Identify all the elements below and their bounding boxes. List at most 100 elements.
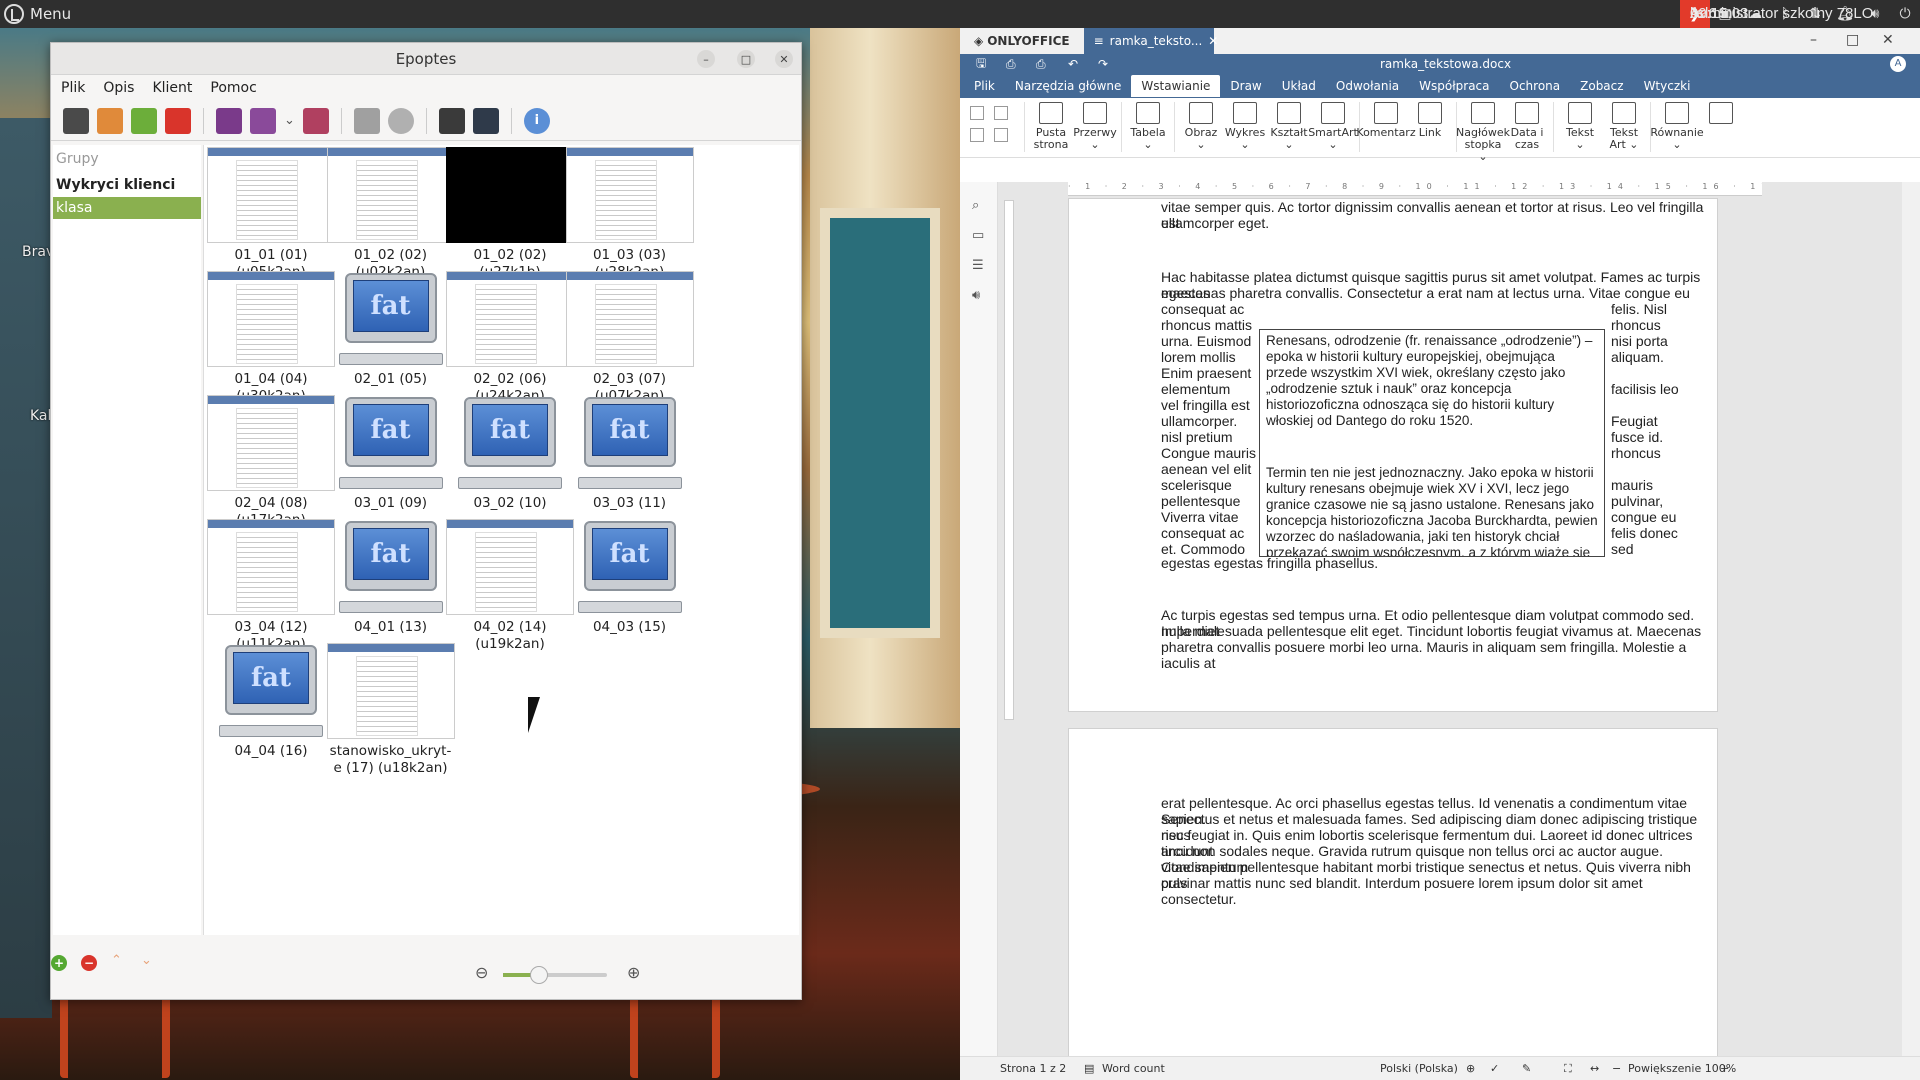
client-item[interactable]: fat 04_01 (13): [326, 519, 456, 636]
client-screen-thumbnail[interactable]: [446, 519, 574, 615]
menu-pomoc[interactable]: Pomoc: [210, 80, 256, 96]
ribbon-tab[interactable]: Układ: [1272, 75, 1326, 97]
fat-client-monitor-icon[interactable]: fat: [446, 395, 574, 491]
ribbon-button[interactable]: Link: [1408, 102, 1452, 139]
zoom-out-icon[interactable]: ⊖: [475, 963, 488, 982]
user-avatar[interactable]: A: [1890, 56, 1906, 72]
reboot-icon[interactable]: [131, 107, 157, 134]
close-button[interactable]: ✕: [775, 50, 793, 68]
zoom-slider[interactable]: [503, 966, 607, 984]
ribbon-tab[interactable]: Współpraca: [1409, 75, 1499, 97]
client-item[interactable]: 01_04 (04)(u30k2an): [206, 271, 336, 405]
select-all-icon[interactable]: [994, 128, 1008, 142]
text-box[interactable]: Renesans, odrodzenie (fr. renaissance „o…: [1259, 329, 1605, 557]
quick-print-icon[interactable]: ⎙: [1036, 57, 1046, 72]
move-up-icon[interactable]: ⌃: [111, 953, 122, 968]
close-tab-icon[interactable]: ✕: [1208, 34, 1218, 48]
shutdown-icon[interactable]: [165, 107, 191, 134]
page-indicator[interactable]: Strona 1 z 2: [1000, 1062, 1066, 1075]
ribbon-button[interactable]: Komentarz: [1356, 102, 1416, 139]
client-item[interactable]: stanowisko_ukryt-e (17) (u18k2an): [326, 643, 456, 777]
client-screen-thumbnail[interactable]: [207, 271, 335, 367]
client-item[interactable]: 01_02 (02) (u02k2an): [326, 147, 456, 281]
broadcast-window-icon[interactable]: [250, 107, 276, 134]
word-count-icon[interactable]: ▤: [1084, 1062, 1094, 1075]
horizontal-ruler[interactable]: · 1 · 2 · 3 · 4 · 5 · 6 · 7 · 8 · 9 · 10…: [1068, 182, 1762, 196]
client-screen-thumbnail[interactable]: [207, 147, 335, 243]
comments-icon[interactable]: ▭: [972, 228, 984, 243]
zoom-slider-handle[interactable]: [530, 966, 549, 984]
ribbon-tab[interactable]: Draw: [1220, 75, 1271, 97]
globe-icon[interactable]: ⊕: [1466, 1062, 1475, 1075]
spellcheck-icon[interactable]: ✓: [1490, 1062, 1499, 1075]
group-detected-clients[interactable]: Wykryci klienci: [53, 173, 201, 197]
client-screen-thumbnail[interactable]: [326, 643, 455, 739]
client-screen-thumbnail[interactable]: [326, 147, 455, 243]
power-icon[interactable]: ⏻: [1890, 0, 1920, 28]
client-item[interactable]: 01_03 (03)(u28k2an): [565, 147, 695, 281]
page-2[interactable]: erat pellentesque. Ac orci phasellus ege…: [1068, 728, 1718, 1058]
ribbon-tab[interactable]: Zobacz: [1570, 75, 1633, 97]
menu-plik[interactable]: Plik: [61, 80, 85, 96]
undo-icon[interactable]: ↶: [1068, 57, 1078, 71]
navigation-icon[interactable]: ☰: [972, 258, 984, 273]
client-item[interactable]: fat 04_03 (15): [565, 519, 695, 636]
client-item[interactable]: 02_02 (06) (u24k2an): [445, 271, 575, 405]
unlock-screen-icon[interactable]: [472, 107, 499, 134]
menu-klient[interactable]: Klient: [152, 80, 192, 96]
ribbon-button[interactable]: [1699, 102, 1743, 127]
ribbon-button[interactable]: Obraz ⌄: [1179, 102, 1223, 151]
client-item[interactable]: 02_03 (07) (u07k2an): [565, 271, 695, 405]
ribbon-button[interactable]: Kształt ⌄: [1267, 102, 1311, 151]
language-selector[interactable]: Polski (Polska): [1380, 1062, 1458, 1075]
move-down-icon[interactable]: ⌄: [141, 953, 152, 968]
menu-button[interactable]: Menu: [0, 4, 71, 24]
client-item[interactable]: fat 04_04 (16): [206, 643, 336, 760]
epoptes-titlebar[interactable]: Epoptes – □ ✕: [51, 43, 801, 75]
zoom-out-icon[interactable]: −: [1612, 1062, 1621, 1075]
ribbon-tab[interactable]: Narzędzia główne: [1005, 75, 1132, 97]
info-icon[interactable]: i: [523, 107, 550, 134]
client-screen-thumbnail[interactable]: [565, 271, 694, 367]
track-changes-icon[interactable]: ✎: [1522, 1062, 1531, 1075]
client-screen-thumbnail[interactable]: [446, 147, 574, 243]
ribbon-button[interactable]: Data i czas: [1505, 102, 1549, 151]
client-item[interactable]: fat 03_02 (10): [445, 395, 575, 512]
redo-icon[interactable]: ↷: [1098, 57, 1108, 71]
fat-client-monitor-icon[interactable]: fat: [566, 519, 694, 615]
lock-screen-icon[interactable]: [438, 107, 465, 134]
ribbon-tab[interactable]: Plik: [964, 75, 1005, 97]
ribbon-button[interactable]: Tekst ⌄: [1558, 102, 1602, 151]
remove-group-icon[interactable]: −: [81, 955, 97, 971]
client-screen-thumbnail[interactable]: [565, 147, 694, 243]
ribbon-tab[interactable]: Odwołania: [1326, 75, 1409, 97]
chevron-down-icon[interactable]: ⌄: [284, 113, 295, 128]
fat-client-monitor-icon[interactable]: fat: [566, 395, 694, 491]
zoom-in-icon[interactable]: ⊕: [627, 963, 640, 982]
client-item[interactable]: 04_02 (14) (u19k2an): [445, 519, 575, 653]
wake-on-lan-icon[interactable]: [63, 107, 89, 134]
client-screen-thumbnail[interactable]: [207, 395, 335, 491]
client-screen-thumbnail[interactable]: [207, 519, 335, 615]
client-item[interactable]: fat 03_01 (09): [326, 395, 456, 512]
fat-client-monitor-icon[interactable]: fat: [207, 643, 335, 739]
word-count[interactable]: Word count: [1102, 1062, 1165, 1075]
add-group-icon[interactable]: +: [51, 955, 67, 971]
save-icon[interactable]: 🖫︎: [976, 54, 986, 75]
client-item[interactable]: 02_04 (08)(u17k2an): [206, 395, 336, 529]
client-item[interactable]: 01_02 (02)(u27k1b): [445, 147, 575, 281]
menu-opis[interactable]: Opis: [103, 80, 134, 96]
vertical-ruler[interactable]: [1004, 200, 1014, 720]
ribbon-tab[interactable]: Wtyczki: [1634, 75, 1701, 97]
ribbon-button[interactable]: Pusta strona: [1029, 102, 1073, 151]
client-item[interactable]: 03_04 (12) (u11k2an): [206, 519, 336, 653]
group-klasa[interactable]: klasa: [53, 197, 201, 219]
client-item[interactable]: fat 02_01 (05): [326, 271, 456, 388]
ribbon-button[interactable]: Równanie ⌄: [1650, 102, 1704, 151]
fat-client-monitor-icon[interactable]: fat: [327, 519, 455, 615]
onlyoffice-logo[interactable]: ◈ ONLYOFFICE: [960, 34, 1084, 48]
fit-width-icon[interactable]: ↔: [1590, 1062, 1599, 1075]
paste-icon[interactable]: [970, 128, 984, 142]
minimize-button[interactable]: –: [1810, 32, 1817, 48]
ribbon-button[interactable]: Nagłówek stopka ⌄: [1456, 102, 1510, 163]
